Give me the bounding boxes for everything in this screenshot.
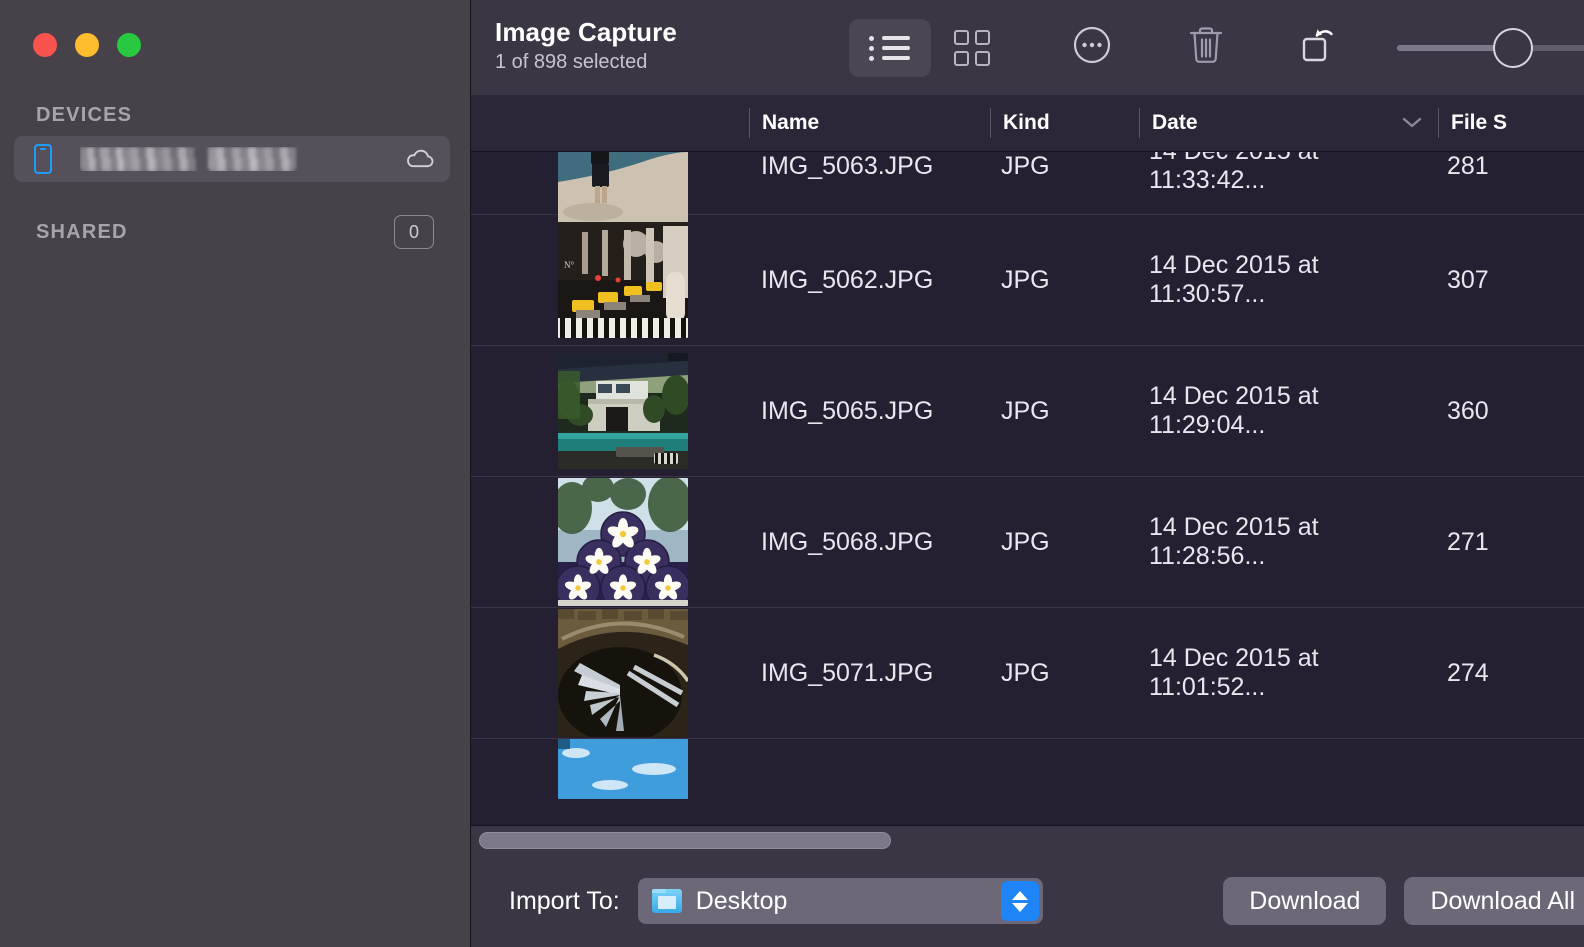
horizontal-scrollbar-thumb[interactable]: [479, 832, 891, 849]
iphone-icon: [34, 144, 52, 174]
row-name: IMG_5063.JPG: [761, 152, 934, 180]
row-date: 14 Dec 2015 at 11:01:52...: [1149, 644, 1319, 701]
column-header-date[interactable]: Date: [1140, 95, 1438, 151]
download-all-button[interactable]: Download All: [1404, 877, 1584, 925]
row-filesize: 281: [1447, 152, 1489, 180]
row-filesize: 271: [1447, 527, 1489, 556]
table-row[interactable]: [471, 739, 1584, 799]
rotate-button[interactable]: [1285, 13, 1355, 83]
import-to-label: Import To:: [509, 886, 620, 915]
grid-view-button[interactable]: [931, 19, 1013, 77]
list-view-button[interactable]: [849, 18, 931, 77]
shared-count-badge: 0: [394, 215, 434, 249]
row-filesize: 307: [1447, 265, 1489, 294]
thumbnail-colonnade: N°: [558, 222, 688, 338]
window-controls: [33, 33, 141, 57]
table-row[interactable]: IMG_5065.JPG JPG 14 Dec 2015 at 11:29:04…: [471, 346, 1584, 477]
sidebar-section-devices-label: DEVICES: [36, 104, 133, 126]
grid-view-icon: [954, 29, 990, 66]
stepper-icon[interactable]: [1000, 881, 1039, 921]
row-kind: JPG: [1001, 658, 1050, 687]
footer-bar: Import To: Desktop Download Download All: [471, 855, 1584, 947]
folder-icon: [651, 889, 682, 913]
chevron-down-icon: [1400, 111, 1424, 135]
thumbnail-towel-flowers: [558, 478, 688, 606]
column-header-kind[interactable]: Kind: [991, 95, 1139, 151]
toolbar: Image Capture 1 of 898 selected: [471, 0, 1584, 95]
row-filesize: 274: [1447, 658, 1489, 687]
sidebar-section-shared-label: SHARED: [36, 220, 128, 243]
thumbnail-resort-pool: [558, 353, 688, 469]
row-kind: JPG: [1001, 527, 1050, 556]
cloud-icon: [406, 149, 434, 169]
row-date: 14 Dec 2015 at 11:29:04...: [1149, 382, 1319, 439]
table-row[interactable]: IMG_5068.JPG JPG 14 Dec 2015 at 11:28:56…: [471, 477, 1584, 608]
more-options-button[interactable]: [1057, 13, 1127, 83]
row-name: IMG_5068.JPG: [761, 527, 934, 556]
row-thumbnail: [471, 739, 749, 799]
selection-status: 1 of 898 selected: [495, 51, 648, 73]
trash-icon: [1185, 22, 1227, 73]
device-name-redacted: [80, 147, 406, 171]
maximize-window-button[interactable]: [117, 33, 141, 57]
table-row[interactable]: IMG_5071.JPG JPG 14 Dec 2015 at 11:01:52…: [471, 608, 1584, 739]
column-header-kind-label: Kind: [1003, 111, 1050, 134]
close-window-button[interactable]: [33, 33, 57, 57]
row-date: 14 Dec 2015 at 11:33:42...: [1149, 152, 1319, 194]
row-thumbnail: [471, 346, 749, 476]
row-name: IMG_5065.JPG: [761, 396, 934, 425]
horizontal-scrollbar[interactable]: [471, 825, 1584, 855]
row-name: IMG_5062.JPG: [761, 265, 934, 294]
download-button[interactable]: Download: [1223, 877, 1387, 925]
table-header: Name Kind Date File S: [471, 95, 1584, 152]
rotate-icon: [1297, 22, 1343, 73]
table-row[interactable]: IMG_5063.JPG JPG 14 Dec 2015 at 11:33:42…: [471, 152, 1584, 224]
sidebar-section-shared: SHARED 0: [0, 215, 434, 249]
more-options-icon: [1069, 22, 1115, 73]
row-thumbnail: N°: [471, 215, 749, 345]
page-title: Image Capture: [495, 17, 677, 47]
file-list[interactable]: IMG_5063.JPG JPG 14 Dec 2015 at 11:33:42…: [471, 152, 1584, 825]
thumbnail-spiral-stairs: [558, 609, 688, 737]
row-kind: JPG: [1001, 396, 1050, 425]
minimize-window-button[interactable]: [75, 33, 99, 57]
table-row[interactable]: N° IMG_5062.JPG JPG 14 Dec 2015 at 11:30…: [471, 215, 1584, 346]
row-thumbnail: [471, 152, 749, 224]
delete-button[interactable]: [1171, 13, 1241, 83]
thumbnail-beach: [558, 152, 688, 224]
column-header-name-label: Name: [762, 111, 820, 134]
column-header-date-label: Date: [1152, 111, 1198, 134]
row-name: IMG_5071.JPG: [761, 658, 934, 687]
title-block: Image Capture 1 of 898 selected: [495, 17, 845, 78]
row-kind: JPG: [1001, 265, 1050, 294]
sidebar-item-device[interactable]: [14, 136, 450, 182]
column-header-thumbnail[interactable]: [471, 95, 749, 151]
row-date: 14 Dec 2015 at 11:30:57...: [1149, 251, 1319, 308]
row-thumbnail: [471, 608, 749, 738]
row-thumbnail: [471, 477, 749, 607]
thumbnail-sky: [558, 739, 688, 799]
main-pane: Image Capture 1 of 898 selected Name Kin…: [470, 0, 1584, 947]
row-date: 14 Dec 2015 at 11:28:56...: [1149, 513, 1319, 570]
image-capture-window: DEVICES SHARED 0 Image Capture 1 of 898 …: [0, 0, 1584, 947]
row-filesize: 360: [1447, 396, 1489, 425]
thumbnail-size-slider[interactable]: [1397, 27, 1584, 68]
column-header-name[interactable]: Name: [750, 95, 990, 151]
import-to-value: Desktop: [695, 886, 788, 915]
column-header-filesize[interactable]: File S: [1439, 95, 1559, 151]
slider-knob[interactable]: [1493, 27, 1533, 68]
import-to-select[interactable]: Desktop: [637, 878, 1043, 924]
sidebar: DEVICES SHARED 0: [0, 0, 470, 947]
row-kind: JPG: [1001, 152, 1050, 180]
sidebar-section-devices: DEVICES: [0, 104, 132, 127]
list-view-icon: [869, 33, 911, 63]
column-header-filesize-label: File S: [1451, 111, 1508, 134]
view-mode-toggle: [849, 18, 1013, 77]
svg-text:N°: N°: [564, 260, 574, 270]
